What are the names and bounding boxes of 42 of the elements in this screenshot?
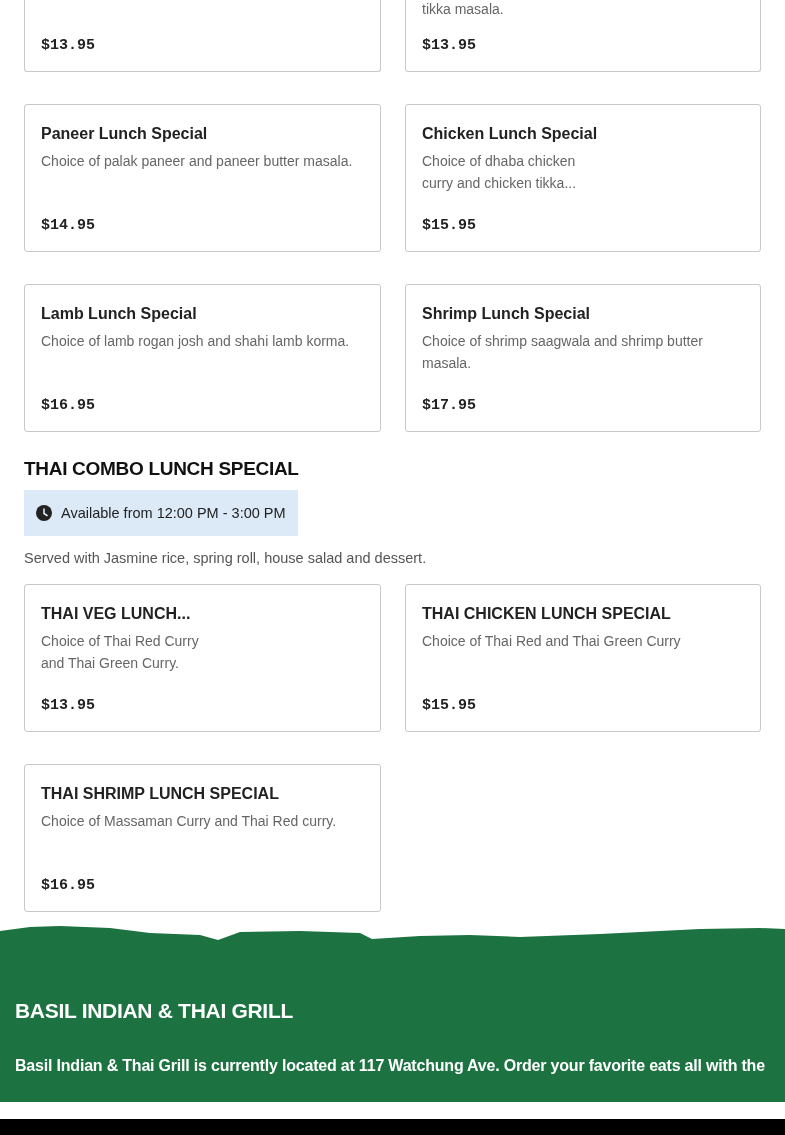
item-description: Choice of Massaman Curry and Thai Red curry. bbox=[41, 812, 338, 831]
item-description: masala. bbox=[422, 354, 473, 373]
item-title: Lamb Lunch Special bbox=[41, 304, 198, 324]
item-price: $16.95 bbox=[41, 397, 96, 414]
menu-card[interactable]: Shrimp Lunch Special Choice of shrimp saagwala and shrimp butter masala. $17.95 bbox=[405, 284, 761, 432]
menu-card[interactable]: THAI VEG LUNCH... Choice of Thai Red Curry and Thai Green Curry. $13.95 bbox=[24, 584, 381, 732]
item-title: Chicken Lunch Special bbox=[422, 124, 599, 144]
footer-text: Basil Indian & Thai Grill is currently located at 117 Watchung Ave. Order your favorite eats all with the bbox=[15, 1057, 766, 1075]
item-description: tikka masala. bbox=[422, 0, 505, 19]
item-description: Choice of shrimp saagwala and shrimp butter bbox=[422, 332, 704, 351]
menu-card[interactable]: tikka masala. $13.95 bbox=[405, 0, 761, 72]
item-price: $16.95 bbox=[41, 877, 96, 894]
menu-card[interactable]: Paneer Lunch Special Choice of palak paneer and paneer butter masala. $14.95 bbox=[24, 104, 381, 252]
menu-card[interactable]: THAI CHICKEN LUNCH SPECIAL Choice of Thai Red and Thai Green Curry $15.95 bbox=[405, 584, 761, 732]
item-title: Paneer Lunch Special bbox=[41, 124, 209, 144]
footer-title: BASIL INDIAN & THAI GRILL bbox=[15, 999, 294, 1023]
item-description: Choice of lamb rogan josh and shahi lamb korma. bbox=[41, 332, 351, 351]
item-description: Choice of palak paneer and paneer butter masala. bbox=[41, 152, 354, 171]
item-title: THAI CHICKEN LUNCH SPECIAL bbox=[422, 604, 672, 624]
item-title: THAI VEG LUNCH... bbox=[41, 604, 192, 624]
item-description: Choice of dhaba chicken bbox=[422, 152, 577, 171]
item-price: $15.95 bbox=[422, 217, 477, 234]
menu-card[interactable]: $13.95 bbox=[24, 0, 381, 72]
item-price: $15.95 bbox=[422, 697, 477, 714]
menu-card[interactable]: THAI SHRIMP LUNCH SPECIAL Choice of Massaman Curry and Thai Red curry. $16.95 bbox=[24, 764, 381, 912]
item-price: $13.95 bbox=[41, 697, 96, 714]
item-description: Choice of Thai Red and Thai Green Curry bbox=[422, 632, 682, 651]
clock-icon bbox=[36, 505, 52, 521]
item-title: THAI SHRIMP LUNCH SPECIAL bbox=[41, 784, 280, 804]
item-price: $14.95 bbox=[41, 217, 96, 234]
menu-card[interactable]: Chicken Lunch Special Choice of dhaba chicken curry and chicken tikka... $15.95 bbox=[405, 104, 761, 252]
section-note: Served with Jasmine rice, spring roll, house salad and dessert. bbox=[24, 550, 428, 566]
item-description: curry and chicken tikka... bbox=[422, 174, 578, 193]
item-price: $17.95 bbox=[422, 397, 477, 414]
section-heading: THAI COMBO LUNCH SPECIAL bbox=[24, 458, 300, 480]
item-description: Choice of Thai Red Curry bbox=[41, 632, 200, 651]
item-price: $13.95 bbox=[41, 37, 96, 54]
item-description: and Thai Green Curry. bbox=[41, 654, 180, 673]
availability-text: Available from 12:00 PM - 3:00 PM bbox=[61, 505, 286, 521]
item-price: $13.95 bbox=[422, 37, 477, 54]
item-title: Shrimp Lunch Special bbox=[422, 304, 592, 324]
menu-card[interactable]: Lamb Lunch Special Choice of lamb rogan josh and shahi lamb korma. $16.95 bbox=[24, 284, 381, 432]
